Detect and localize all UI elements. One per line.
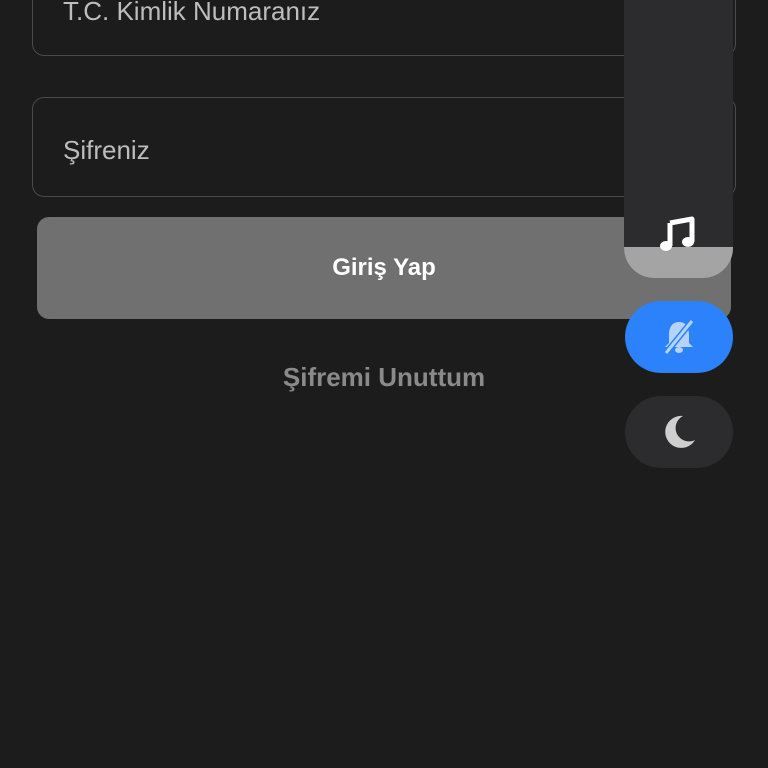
- bell-off-icon: [663, 319, 695, 355]
- tc-id-input[interactable]: [61, 0, 615, 25]
- volume-slider[interactable]: [624, 0, 733, 278]
- mute-toggle-button[interactable]: [625, 301, 733, 373]
- moon-icon: [665, 415, 695, 448]
- do-not-disturb-button[interactable]: [625, 396, 733, 468]
- password-input[interactable]: [61, 134, 615, 166]
- music-note-icon: [660, 216, 695, 251]
- login-screen: Giriş Yap Şifremi Unuttum: [0, 0, 768, 768]
